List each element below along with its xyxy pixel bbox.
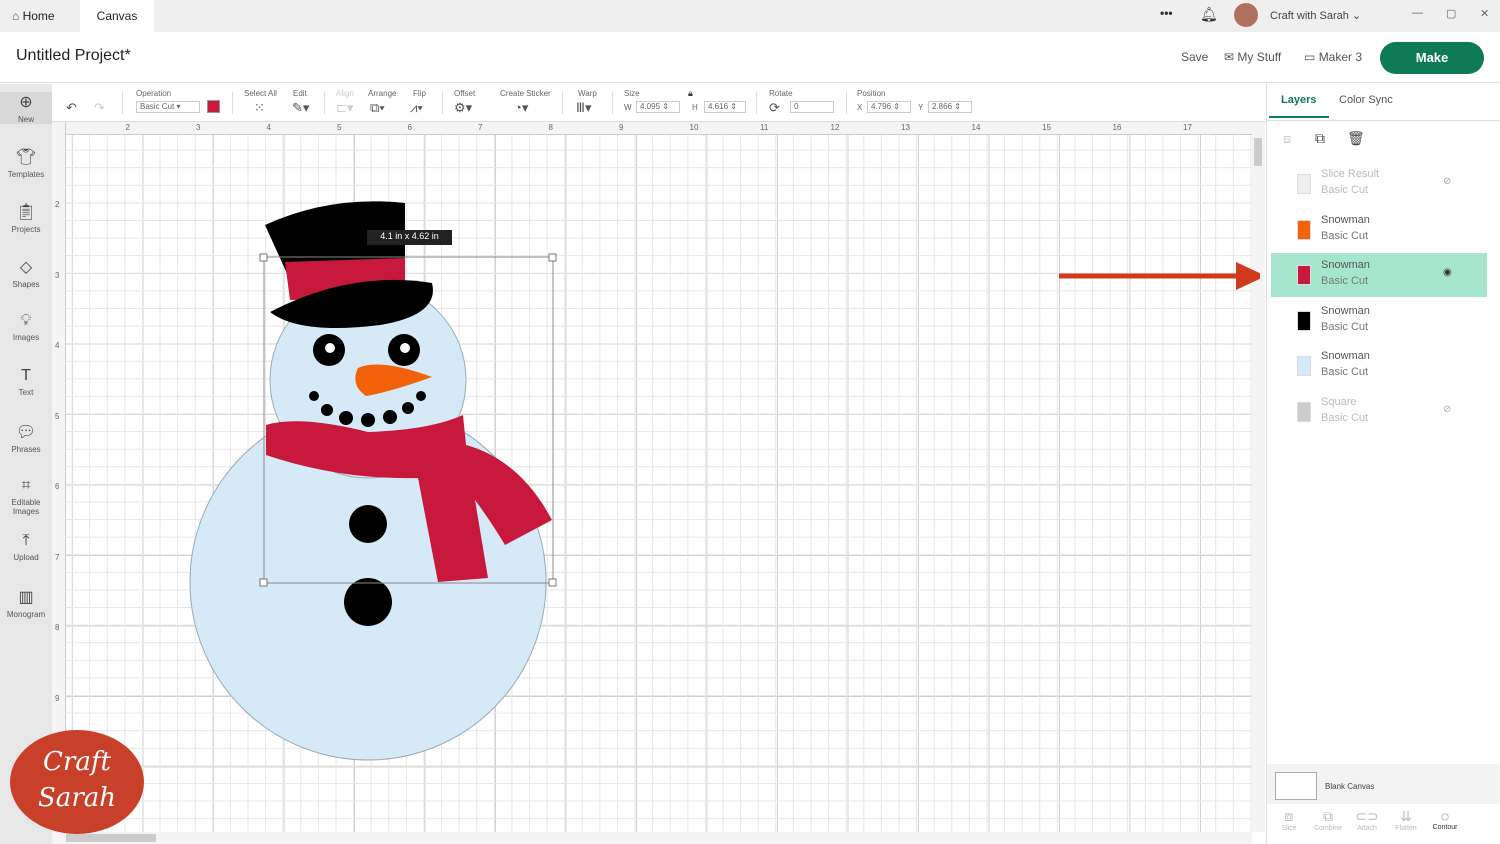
slice-icon: ⧈ (1284, 808, 1294, 824)
flatten-button[interactable]: ⇊ Flatten (1386, 808, 1426, 832)
machine-button[interactable]: ▭ Maker 3 (1304, 50, 1362, 64)
layer-thumbnail (1297, 356, 1311, 376)
contour-button[interactable]: ◌ Contour (1425, 808, 1465, 831)
layers-panel: Layers Color Sync ⧈ ⧉ 🗑︎ Slice Result Bas… (1266, 84, 1500, 844)
combine-icon: ⧉ (1323, 808, 1333, 824)
layer-item[interactable]: Snowman Basic Cut (1271, 208, 1487, 252)
layer-thumbnail (1297, 265, 1311, 285)
blank-canvas-label: Blank Canvas (1325, 782, 1375, 791)
arrow-annotation (1236, 262, 1260, 290)
attach-button[interactable]: ⊂⊃ Attach (1347, 808, 1387, 832)
combine-button[interactable]: ⧉ Combine (1308, 808, 1348, 832)
make-button[interactable]: Make (1380, 42, 1484, 74)
layer-thumbnail (1297, 219, 1311, 240)
group-icon[interactable]: ⧈ (1283, 131, 1291, 147)
layer-thumbnail (1297, 401, 1311, 422)
blank-canvas-thumb[interactable] (1275, 772, 1317, 800)
duplicate-icon[interactable]: ⧉ (1315, 130, 1325, 147)
layer-item[interactable]: Snowman Basic Cut (1271, 344, 1487, 388)
minimize-button[interactable]: — (1412, 7, 1423, 19)
layer-thumbnail (1297, 310, 1311, 331)
flatten-icon: ⇊ (1400, 808, 1412, 824)
tab-layers[interactable]: Layers (1281, 94, 1316, 106)
contour-icon: ◌ (1440, 808, 1450, 824)
user-menu[interactable]: Craft with Sarah ⌄ (1270, 9, 1361, 22)
tab-color-sync[interactable]: Color Sync (1339, 94, 1393, 106)
layer-item[interactable]: Slice Result Basic Cut ⊘ (1271, 162, 1487, 206)
eye-hidden-icon[interactable]: ⊘ (1443, 404, 1451, 415)
slice-button[interactable]: ⧈ Slice (1269, 808, 1309, 832)
craft-with-sarah-logo: Craft Sarah (10, 730, 144, 834)
eye-hidden-icon[interactable]: ⊘ (1443, 176, 1451, 187)
size-tooltip: 4.1 in x 4.62 in (380, 231, 439, 241)
attach-icon: ⊂⊃ (1355, 808, 1379, 824)
layer-item[interactable]: Snowman Basic Cut (1271, 299, 1487, 343)
snowman-design[interactable] (0, 0, 1260, 844)
machine-icon: ▭ (1304, 50, 1316, 64)
layer-thumbnail (1297, 174, 1311, 194)
layer-item[interactable]: Square Basic Cut ⊘ (1271, 390, 1487, 434)
eye-icon[interactable]: ◉ (1443, 267, 1452, 278)
maximize-button[interactable]: ▢ (1446, 7, 1456, 20)
delete-icon[interactable]: 🗑︎ (1347, 130, 1365, 147)
layer-item[interactable]: Snowman Basic Cut ◉ (1271, 253, 1487, 297)
close-button[interactable]: ✕ (1480, 7, 1489, 20)
